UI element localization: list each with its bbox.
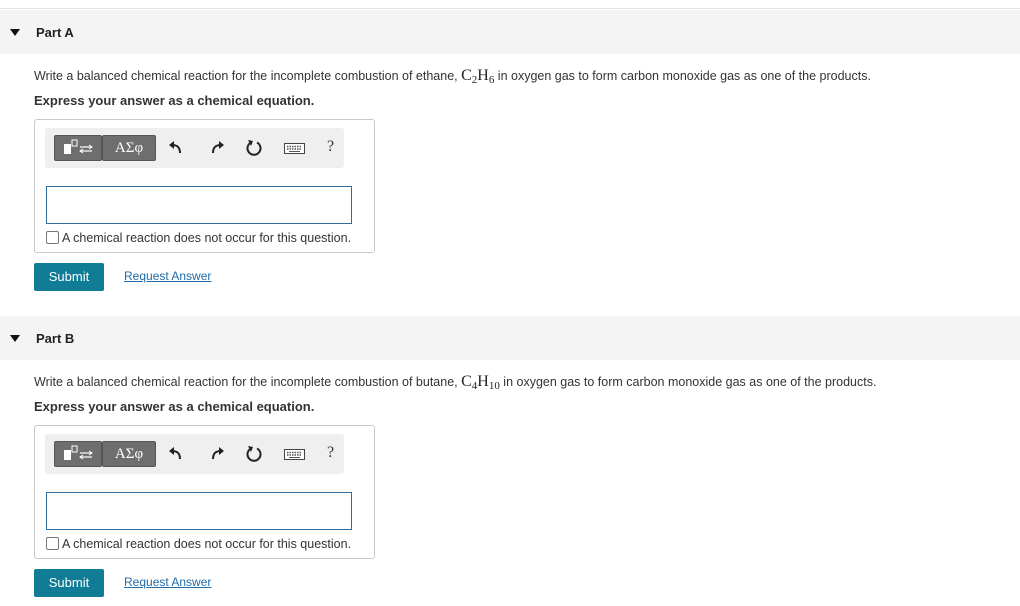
equation-answer-input[interactable] xyxy=(46,492,352,530)
question-suffix: in oxygen gas to form carbon monoxide ga… xyxy=(494,69,871,83)
template-icon xyxy=(64,139,93,154)
equation-toolbar: ΑΣφ ? xyxy=(45,128,344,168)
part-title: Part B xyxy=(36,331,75,346)
question-prefix: Write a balanced chemical reaction for t… xyxy=(34,69,462,83)
formula-element: C xyxy=(461,373,472,390)
question-suffix: in oxygen gas to form carbon monoxide ga… xyxy=(499,375,877,389)
no-reaction-option[interactable]: A chemical reaction does not occur for t… xyxy=(46,231,351,245)
submit-button[interactable]: Submit xyxy=(34,263,104,291)
keyboard-icon[interactable] xyxy=(283,444,307,464)
answer-instruction: Express your answer as a chemical equati… xyxy=(34,93,315,108)
top-divider xyxy=(0,8,1020,9)
greek-symbols-button[interactable]: ΑΣφ xyxy=(102,441,156,467)
expand-caret-icon xyxy=(10,29,20,36)
template-button[interactable] xyxy=(54,441,102,467)
equation-answer-input[interactable] xyxy=(46,186,352,224)
help-button[interactable]: ? xyxy=(327,444,334,462)
question-text: Write a balanced chemical reaction for t… xyxy=(34,373,877,392)
redo-icon[interactable] xyxy=(207,138,227,158)
submit-button[interactable]: Submit xyxy=(34,569,104,597)
request-answer-link[interactable]: Request Answer xyxy=(124,575,211,589)
chemical-formula: C2H6 xyxy=(461,67,494,86)
chemical-formula: C4H10 xyxy=(461,373,500,392)
question-prefix: Write a balanced chemical reaction for t… xyxy=(34,375,462,389)
part-title: Part A xyxy=(36,25,74,40)
expand-caret-icon xyxy=(10,335,20,342)
part-b-header[interactable]: Part B xyxy=(0,316,1020,360)
request-answer-link[interactable]: Request Answer xyxy=(124,269,211,283)
no-reaction-option[interactable]: A chemical reaction does not occur for t… xyxy=(46,537,351,551)
redo-icon[interactable] xyxy=(207,444,227,464)
checkbox-label: A chemical reaction does not occur for t… xyxy=(62,231,352,245)
no-reaction-checkbox[interactable] xyxy=(46,537,59,550)
no-reaction-checkbox[interactable] xyxy=(46,231,59,244)
template-button[interactable] xyxy=(54,135,102,161)
formula-element: C xyxy=(461,67,472,84)
undo-icon[interactable] xyxy=(166,138,186,158)
answer-instruction: Express your answer as a chemical equati… xyxy=(34,399,315,414)
answer-panel: ΑΣφ ? A chemical reaction does not occur… xyxy=(34,425,375,559)
equation-toolbar: ΑΣφ ? xyxy=(45,434,344,474)
formula-element: H xyxy=(477,67,489,84)
keyboard-icon[interactable] xyxy=(283,138,307,158)
formula-subscript: 10 xyxy=(488,380,500,392)
answer-panel: ΑΣφ ? A chemical reaction does not occur… xyxy=(34,119,375,253)
undo-icon[interactable] xyxy=(166,444,186,464)
template-icon xyxy=(64,445,93,460)
reset-icon[interactable] xyxy=(244,444,264,464)
question-text: Write a balanced chemical reaction for t… xyxy=(34,67,871,86)
formula-element: H xyxy=(477,373,489,390)
help-button[interactable]: ? xyxy=(327,138,334,156)
greek-symbols-button[interactable]: ΑΣφ xyxy=(102,135,156,161)
checkbox-label: A chemical reaction does not occur for t… xyxy=(62,537,352,551)
reset-icon[interactable] xyxy=(244,138,264,158)
part-a-header[interactable]: Part A xyxy=(0,10,1020,54)
